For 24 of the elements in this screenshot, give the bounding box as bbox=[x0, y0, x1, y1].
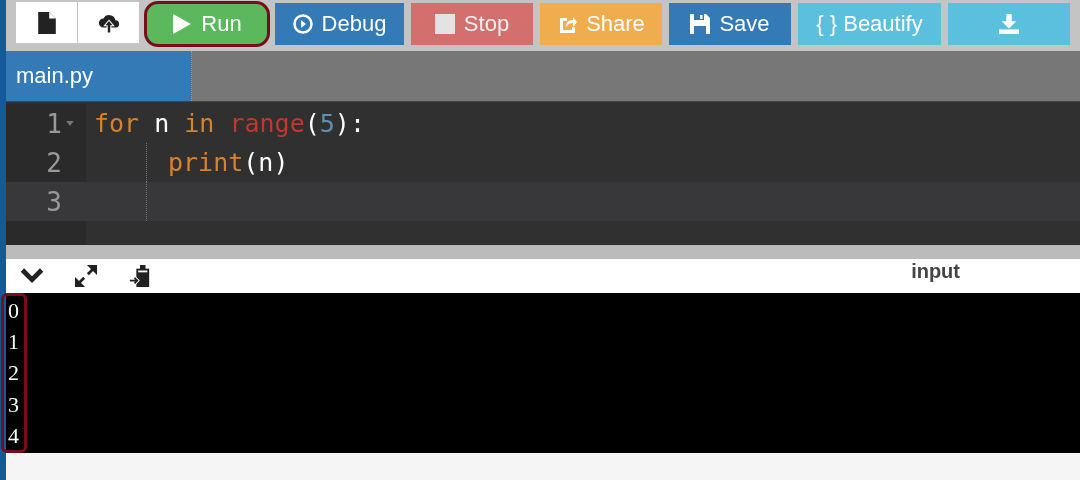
play-circle-icon bbox=[292, 14, 313, 34]
input-label: input bbox=[911, 260, 960, 283]
expand-arrows-icon bbox=[74, 265, 98, 287]
line-number: 3 bbox=[46, 186, 62, 217]
upload-button[interactable] bbox=[78, 2, 139, 43]
save-button[interactable]: Save bbox=[669, 3, 791, 45]
expand-button[interactable] bbox=[74, 265, 98, 287]
paste-button[interactable] bbox=[128, 265, 152, 287]
line-number: 2 bbox=[46, 147, 62, 178]
line-number: 1 bbox=[46, 108, 62, 139]
beautify-button[interactable]: { } Beautify bbox=[798, 3, 941, 45]
new-file-button[interactable] bbox=[16, 2, 77, 43]
clipboard-paste-icon bbox=[128, 265, 152, 287]
console-output: 0 1 2 3 4 bbox=[1, 293, 27, 453]
stop-square-icon bbox=[434, 14, 455, 34]
download-icon bbox=[999, 14, 1019, 34]
share-button[interactable]: Share bbox=[540, 3, 662, 45]
file-icon bbox=[35, 11, 58, 34]
play-icon bbox=[172, 14, 193, 34]
run-button[interactable]: Run bbox=[146, 3, 268, 45]
debug-button[interactable]: Debug bbox=[275, 3, 404, 45]
code-line: print(n) bbox=[168, 148, 289, 177]
file-tab[interactable]: main.py bbox=[6, 51, 192, 101]
code-line: for n in range(5): bbox=[94, 109, 365, 138]
